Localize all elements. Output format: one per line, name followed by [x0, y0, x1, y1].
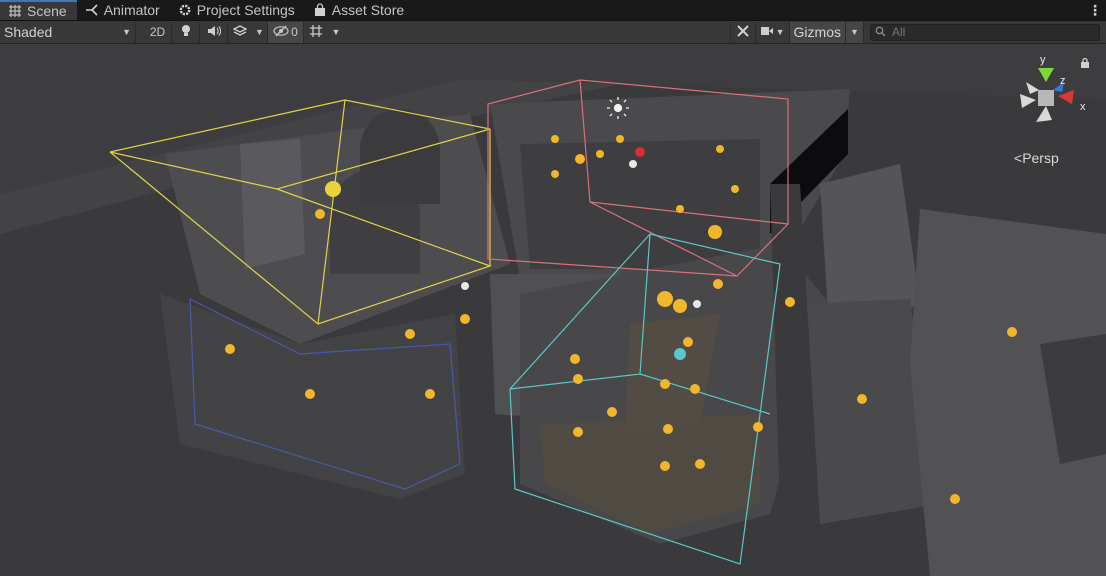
speaker-icon [207, 25, 221, 40]
tab-scene-label: Scene [27, 3, 67, 19]
axis-neg-z-cone[interactable] [1026, 82, 1039, 94]
eye-slash-icon [273, 25, 289, 40]
white-marker [629, 160, 637, 168]
scene-viewport[interactable]: y z x <Persp [0, 44, 1106, 576]
scene-visibility-button[interactable]: 0 [268, 21, 304, 43]
tab-project-settings[interactable]: Project Settings [170, 0, 305, 20]
audio-toggle-button[interactable] [200, 21, 228, 43]
wall-left [240, 139, 305, 269]
more-options-icon[interactable]: ⋮ [1084, 0, 1106, 20]
2d-mode-label: 2D [149, 25, 166, 39]
chevron-down-icon: ▼ [255, 27, 264, 37]
projection-toggle[interactable]: <Persp [1014, 150, 1059, 166]
camera-button[interactable]: ▼ [756, 21, 790, 43]
selected-light-marker [325, 181, 341, 197]
tools-button[interactable] [729, 21, 756, 43]
search-input[interactable] [890, 24, 1084, 40]
lighting-toggle-button[interactable] [172, 21, 200, 43]
shopping-bag-icon [313, 3, 327, 17]
gizmo-center-cube[interactable] [1038, 90, 1054, 106]
camera-icon [760, 25, 774, 40]
chevron-down-icon: ▼ [775, 27, 785, 37]
gizmos-label: Gizmos [793, 24, 841, 40]
gizmos-dropdown[interactable]: ▼ [846, 21, 864, 43]
tab-animator[interactable]: Animator [77, 0, 170, 20]
chevron-down-icon: ▼ [331, 27, 341, 37]
tab-animator-label: Animator [103, 2, 160, 18]
tab-bar: Scene Animator Project Settings Asset St… [0, 0, 1106, 21]
shading-mode-label: Shaded [4, 24, 53, 40]
grid-icon [8, 4, 22, 18]
axis-x-label: x [1080, 101, 1086, 113]
effects-dropdown[interactable]: ▼ [252, 21, 268, 43]
scene-toolbar: Shaded ▼ 2D ▼ 0 ▼ ▼ Gizmos ▼ All [0, 21, 1106, 44]
hierarchy-search[interactable] [870, 23, 1100, 41]
gizmos-button[interactable]: Gizmos [789, 21, 846, 43]
tab-scene[interactable]: Scene [0, 0, 77, 20]
hall-center [520, 139, 760, 269]
red-marker [635, 147, 645, 157]
cyan-marker [674, 348, 686, 360]
animator-icon [85, 3, 99, 17]
axis-y-cone[interactable] [1038, 68, 1054, 82]
gear-icon [178, 3, 192, 17]
axis-y-label: y [1040, 54, 1046, 66]
chevron-down-icon: ▼ [122, 27, 131, 37]
hidden-objects-count: 0 [291, 25, 298, 39]
tab-asset-store[interactable]: Asset Store [305, 0, 414, 20]
search-icon [875, 25, 886, 40]
chevron-down-icon: ▼ [850, 27, 859, 37]
tools-icon [736, 24, 750, 41]
axis-x-cone[interactable] [1058, 90, 1074, 104]
scene-render [0, 79, 1106, 576]
axis-neg-y-cone[interactable] [1036, 106, 1052, 122]
light-bulb-icon [180, 24, 192, 41]
layers-icon [232, 24, 248, 40]
grid-toggle-icon [309, 24, 323, 41]
white-marker [693, 300, 701, 308]
chevron-left-icon: < [1014, 150, 1023, 166]
axis-neg-x-cone[interactable] [1020, 94, 1036, 108]
effects-button[interactable] [228, 22, 252, 43]
tab-spacer [414, 0, 1084, 20]
white-marker [461, 282, 469, 290]
axis-z-label: z [1060, 75, 1066, 87]
tab-project-settings-label: Project Settings [196, 2, 295, 18]
arch-top [360, 109, 440, 204]
grid-snapping-button[interactable] [304, 22, 328, 43]
lock-icon[interactable] [1079, 57, 1091, 69]
grid-dropdown[interactable]: ▼ [328, 22, 344, 43]
tab-asset-store-label: Asset Store [331, 2, 405, 18]
toolbar-gap [136, 22, 144, 43]
projection-label: Persp [1022, 150, 1059, 166]
shading-mode-dropdown[interactable]: Shaded ▼ [0, 21, 136, 43]
2d-mode-button[interactable]: 2D [144, 21, 172, 43]
